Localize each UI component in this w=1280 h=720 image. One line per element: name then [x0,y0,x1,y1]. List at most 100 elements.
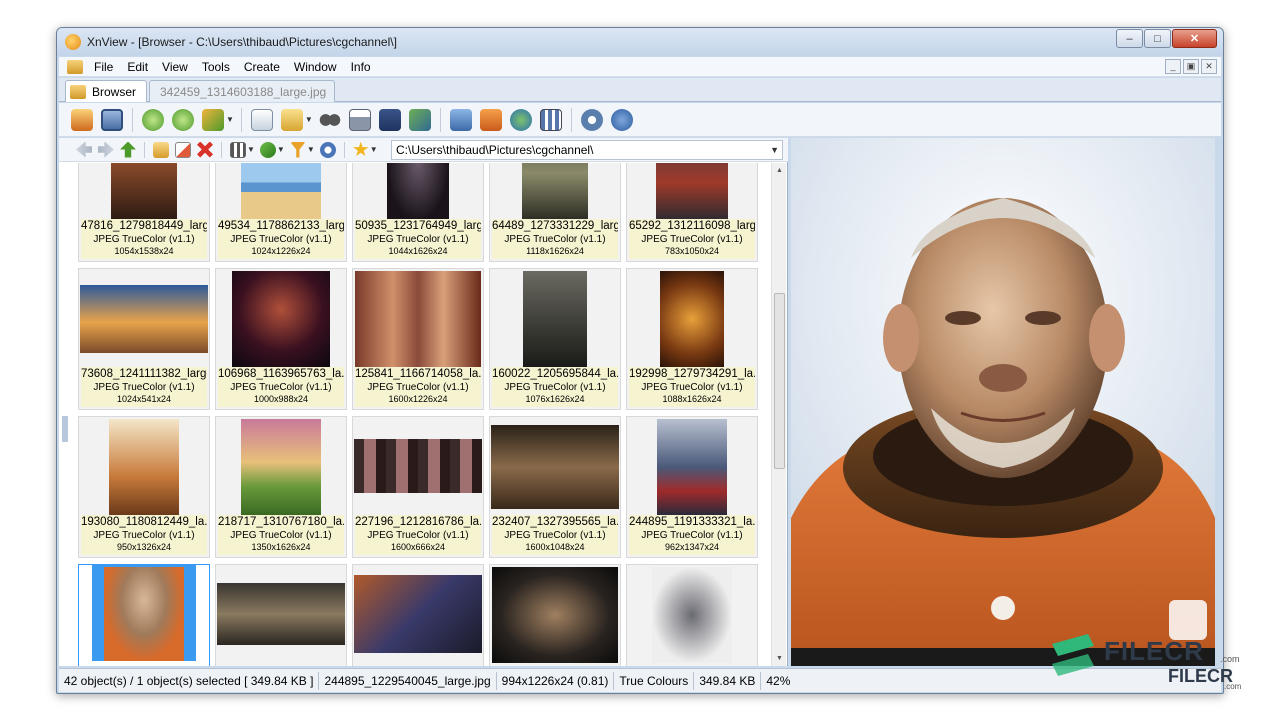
thumbnail-item[interactable] [352,564,484,666]
menu-edit[interactable]: Edit [120,60,155,74]
forward-icon[interactable] [98,141,114,158]
sort-dropdown-icon[interactable]: ▼ [277,145,285,154]
favorites-star-icon[interactable] [353,141,369,157]
camera-icon [449,108,472,131]
capture-button[interactable] [448,107,474,133]
settings-button[interactable] [579,107,605,133]
thumbnail-format: JPEG TrueColor (v1.1) [641,530,743,541]
menu-file[interactable]: File [87,60,120,74]
thumbnail-caption: 244895_1191333321_la... JPEG TrueColor (… [629,515,755,555]
thumbnail-image [109,419,179,515]
thumbnail-image [387,163,449,221]
thumbnail-name: 193080_1180812449_la... [81,516,207,528]
rename-icon[interactable] [175,141,191,158]
thumbnail-item[interactable]: 193080_1180812449_la... JPEG TrueColor (… [78,416,210,558]
mdi-close-button[interactable]: ✕ [1201,59,1217,74]
scanner-icon [378,108,401,131]
scan-button[interactable] [377,107,403,133]
view-mode-icon[interactable] [230,141,246,158]
search-button[interactable] [317,107,343,133]
filter-icon[interactable] [289,141,306,158]
minimize-button[interactable]: – [1116,29,1143,48]
new-folder-icon[interactable] [153,141,169,158]
rotate-right-button[interactable] [170,107,196,133]
scrollbar-thumb[interactable] [774,293,785,469]
status-colours: True Colours [614,671,695,690]
thumbnail-item[interactable] [626,564,758,666]
thumbnail-item[interactable]: 227196_1212816786_la... JPEG TrueColor (… [352,416,484,558]
thumbnail-item[interactable]: 50935_1231764949_large JPEG TrueColor (v… [352,163,484,262]
thumbnail-item[interactable]: 65292_1312116098_large JPEG TrueColor (v… [626,163,758,262]
thumbnail-item[interactable]: 64489_1273331229_large JPEG TrueColor (v… [489,163,621,262]
folder-dropdown-icon[interactable]: ▼ [305,115,313,124]
menu-window[interactable]: Window [287,60,344,74]
watermark-logo-icon [1052,634,1094,676]
title-bar[interactable]: XnView - [Browser - C:\Users\thibaud\Pic… [57,28,1223,56]
delete-icon[interactable] [197,141,213,158]
browser-button[interactable] [69,107,95,133]
maximize-button[interactable]: □ [1144,29,1171,48]
thumbnail-image [241,419,321,515]
thumbnail-item[interactable]: 218717_1310767180_la... JPEG TrueColor (… [215,416,347,558]
browser-doc-icon[interactable] [67,59,83,74]
binoculars-icon [318,108,341,131]
app-window: XnView - [Browser - C:\Users\thibaud\Pic… [56,27,1224,694]
menu-view[interactable]: View [155,60,195,74]
thumbnail-name: 227196_1212816786_la... [355,516,481,528]
mdi-minimize-button[interactable]: _ [1165,59,1181,74]
scroll-down-icon[interactable]: ▼ [772,651,787,666]
thumbnail-format: JPEG TrueColor (v1.1) [93,530,195,541]
thumbnail-image [522,163,588,221]
sort-icon[interactable] [259,141,276,158]
thumbnail-item[interactable] [215,564,347,666]
thumbnail-item[interactable]: 160022_1205695844_la... JPEG TrueColor (… [489,268,621,410]
thumbnail-image [217,583,345,645]
print-button[interactable] [347,107,373,133]
slideshow-button[interactable] [478,107,504,133]
convert-button[interactable] [407,107,433,133]
fullscreen-button[interactable] [99,107,125,133]
address-dropdown-icon[interactable]: ▼ [770,141,779,159]
mdi-restore-button[interactable]: ▣ [1183,59,1199,74]
view-mode-dropdown-icon[interactable]: ▼ [247,145,255,154]
refresh-dropdown-icon[interactable]: ▼ [226,115,234,124]
contact-sheet-button[interactable] [538,107,564,133]
web-button[interactable] [508,107,534,133]
refresh-icon [202,108,224,131]
panel-splitter-handle[interactable] [62,416,68,442]
info-button[interactable] [609,107,635,133]
thumbnail-item[interactable]: 106968_1163965763_la... JPEG TrueColor (… [215,268,347,410]
filter-dropdown-icon[interactable]: ▼ [307,145,315,154]
preview-pane [791,138,1215,666]
tab-browser[interactable]: Browser [65,80,147,102]
vertical-scrollbar[interactable]: ▲ ▼ [771,163,786,666]
thumbnail-item[interactable] [489,564,621,666]
close-button[interactable]: ✕ [1172,29,1217,48]
thumbnail-item[interactable]: 244895_1191333321_la... JPEG TrueColor (… [626,416,758,558]
thumbnail-item[interactable]: 73608_1241111382_large JPEG TrueColor (v… [78,268,210,410]
favorites-dropdown-icon[interactable]: ▼ [370,145,378,154]
open-button[interactable] [249,107,275,133]
menu-tools[interactable]: Tools [195,60,237,74]
folder-button[interactable] [279,107,305,133]
thumbnail-item[interactable]: 125841_1166714058_la... JPEG TrueColor (… [352,268,484,410]
up-folder-icon[interactable] [120,141,136,158]
back-icon[interactable] [76,141,92,158]
status-filename: 244895_1229540045_large.jpg [319,671,497,690]
thumbnail-item[interactable]: 49534_1178862133_large JPEG TrueColor (v… [215,163,347,262]
thumbnail-item[interactable]: 232407_1327395565_la... JPEG TrueColor (… [489,416,621,558]
tab-image[interactable]: 342459_1314603188_large.jpg [149,80,335,102]
sync-icon[interactable] [319,141,336,158]
thumbnail-image [111,163,177,221]
menu-create[interactable]: Create [237,60,287,74]
thumbnail-caption: 192998_1279734291_la... JPEG TrueColor (… [629,367,755,407]
menu-info[interactable]: Info [344,60,378,74]
thumbnail-item[interactable]: 47816_1279818449_large JPEG TrueColor (v… [78,163,210,262]
thumbnail-dims: 1000x988x24 [253,394,309,404]
rotate-left-button[interactable] [140,107,166,133]
refresh-button[interactable] [200,107,226,133]
scroll-up-icon[interactable]: ▲ [772,163,787,178]
address-bar[interactable]: C:\Users\thibaud\Pictures\cgchannel\ ▼ [391,140,783,160]
thumbnail-item[interactable]: 192998_1279734291_la... JPEG TrueColor (… [626,268,758,410]
thumbnail-item-selected[interactable] [78,564,210,666]
